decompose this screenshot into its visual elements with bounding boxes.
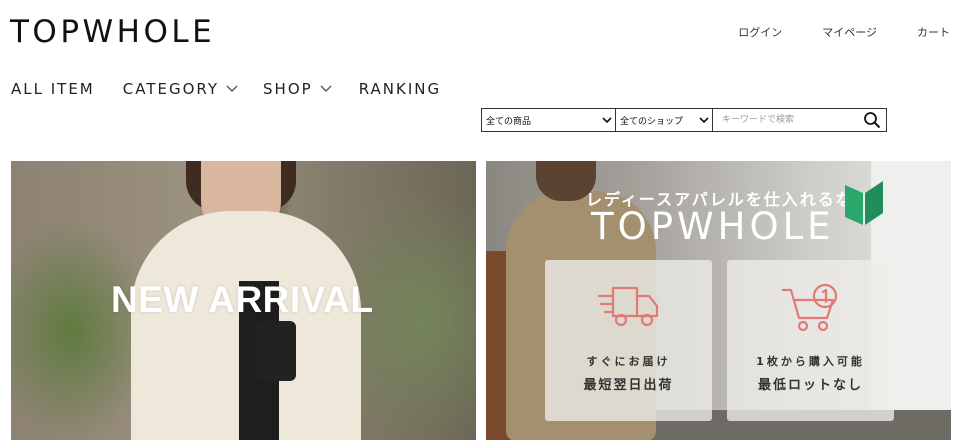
- nav-shop[interactable]: SHOP: [263, 80, 333, 98]
- nav-shop-label: SHOP: [263, 80, 313, 98]
- cart-link[interactable]: カート: [917, 24, 950, 40]
- chevron-down-icon: [602, 117, 612, 124]
- login-link[interactable]: ログイン: [738, 24, 782, 40]
- promo-logo: TOPWHOLE: [591, 205, 835, 248]
- main-nav: ALL ITEM CATEGORY SHOP RANKING: [11, 80, 441, 98]
- keyword-input[interactable]: [713, 109, 858, 131]
- cart-one-icon: [781, 283, 837, 332]
- no-min-lot-line2: 最低ロットなし: [757, 378, 863, 393]
- site-logo[interactable]: TOPWHOLE: [10, 14, 215, 50]
- chevron-down-icon: [699, 117, 709, 124]
- no-min-lot-line1: 1枚から購入可能: [756, 355, 865, 368]
- fast-shipping-line2: 最短翌日出荷: [583, 378, 674, 393]
- product-select-value: 全ての商品: [486, 116, 532, 127]
- nav-ranking[interactable]: RANKING: [359, 80, 441, 98]
- fast-shipping-line1: すぐにお届け: [586, 355, 671, 368]
- new-arrival-title: NEW ARRIVAL: [111, 279, 374, 320]
- chevron-down-icon: [320, 85, 332, 92]
- search-icon: [864, 112, 881, 129]
- nav-category-label: CATEGORY: [122, 80, 220, 98]
- nav-all-item[interactable]: ALL ITEM: [11, 80, 95, 98]
- banner-photo-phone: [256, 321, 296, 381]
- delivery-truck-icon: [597, 286, 658, 327]
- new-arrival-banner[interactable]: NEW ARRIVAL: [11, 161, 476, 440]
- shop-select[interactable]: 全てのショップ: [616, 109, 713, 131]
- chevron-down-icon: [226, 85, 238, 92]
- search-button[interactable]: [858, 109, 886, 131]
- nav-all-item-label: ALL ITEM: [11, 80, 95, 98]
- search-bar: 全ての商品 全てのショップ: [481, 108, 887, 132]
- promo-banner[interactable]: レディースアパレルを仕入れるなら TOPWHOLE すぐにお届け 最短翌日出荷: [486, 161, 951, 440]
- mypage-link[interactable]: マイページ: [822, 24, 877, 40]
- product-select[interactable]: 全ての商品: [482, 109, 616, 131]
- nav-category[interactable]: CATEGORY: [123, 80, 239, 98]
- user-links: ログイン マイページ カート: [738, 24, 950, 40]
- beginner-leaf-icon: [845, 181, 883, 225]
- shop-select-value: 全てのショップ: [620, 116, 684, 127]
- fast-shipping-card: すぐにお届け 最短翌日出荷: [545, 260, 712, 421]
- nav-ranking-label: RANKING: [358, 80, 442, 98]
- no-min-lot-card: 1枚から購入可能 最低ロットなし: [727, 260, 894, 421]
